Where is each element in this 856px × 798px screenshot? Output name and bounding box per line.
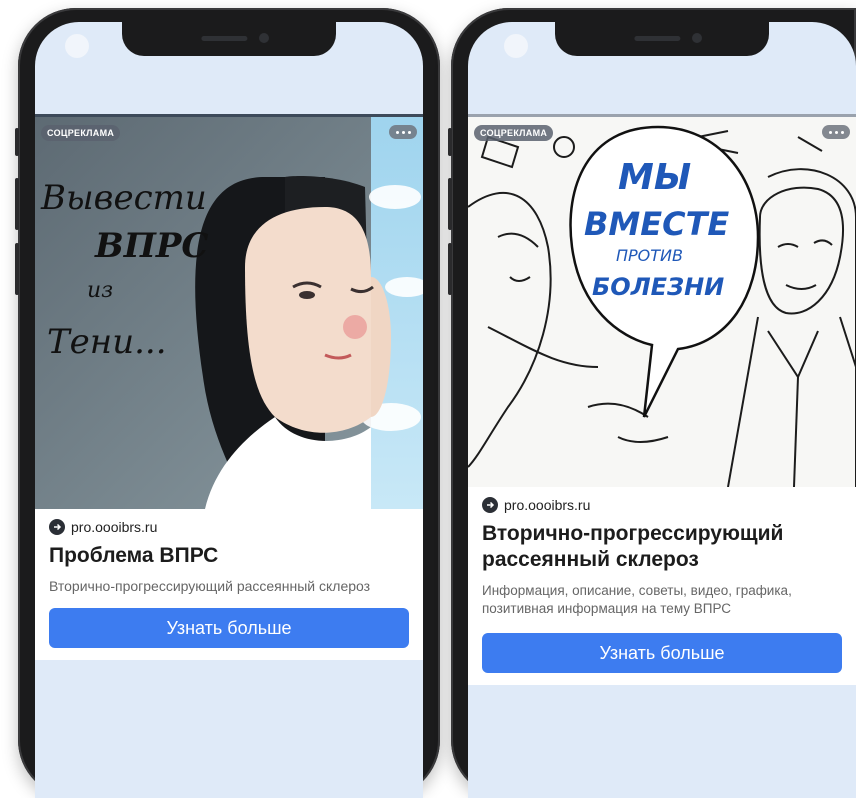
- svg-text:из: из: [87, 278, 113, 303]
- ad-card-body: pro.oooibrs.ru Проблема ВПРС Вторично-пр…: [35, 509, 423, 660]
- phone-frame-right: МЫ ВМЕСТЕ ПРОТИВ БОЛЕЗНИ СОЦРЕКЛАМА pro.…: [448, 8, 856, 798]
- svg-text:ВМЕСТЕ: ВМЕСТЕ: [584, 205, 729, 243]
- phone-notch: [555, 22, 769, 56]
- more-options-icon[interactable]: [822, 125, 850, 139]
- volume-up-button: [448, 178, 452, 230]
- ad-card[interactable]: Вывести ВПРС из Тени... СОЦРЕКЛАМА pro.o…: [35, 114, 423, 661]
- ad-description: Информация, описание, советы, видео, гра…: [482, 582, 792, 617]
- mute-switch: [448, 128, 452, 156]
- domain-text: pro.oooibrs.ru: [504, 497, 591, 513]
- ad-image[interactable]: МЫ ВМЕСТЕ ПРОТИВ БОЛЕЗНИ СОЦРЕКЛАМА: [468, 117, 856, 487]
- domain-link[interactable]: pro.oooibrs.ru: [49, 519, 409, 535]
- glare: [504, 34, 528, 58]
- learn-more-button[interactable]: Узнать больше: [49, 608, 409, 649]
- ad-card-body: pro.oooibrs.ru Вторично-прогрессирующий …: [468, 487, 856, 685]
- front-camera: [259, 33, 269, 43]
- ad-headline[interactable]: Вторично-прогрессирующий рассеянный скле…: [482, 521, 842, 574]
- domain-text: pro.oooibrs.ru: [71, 519, 158, 535]
- volume-down-button: [15, 243, 19, 295]
- arrow-right-icon: [49, 519, 65, 535]
- ad-illustration-woman: Вывести ВПРС из Тени...: [35, 117, 423, 509]
- phone-screen-left: Вывести ВПРС из Тени... СОЦРЕКЛАМА pro.o…: [35, 22, 423, 798]
- front-camera: [692, 33, 702, 43]
- social-ad-badge: СОЦРЕКЛАМА: [41, 125, 121, 141]
- phone-screen-right: МЫ ВМЕСТЕ ПРОТИВ БОЛЕЗНИ СОЦРЕКЛАМА pro.…: [468, 22, 856, 798]
- volume-up-button: [15, 178, 19, 230]
- mute-switch: [15, 128, 19, 156]
- ad-image[interactable]: Вывести ВПРС из Тени... СОЦРЕКЛАМА: [35, 117, 423, 509]
- social-ad-badge: СОЦРЕКЛАМА: [474, 125, 554, 141]
- svg-text:МЫ: МЫ: [618, 157, 691, 198]
- svg-text:Тени...: Тени...: [47, 322, 167, 362]
- learn-more-button[interactable]: Узнать больше: [482, 633, 842, 674]
- phone-frame-left: Вывести ВПРС из Тени... СОЦРЕКЛАМА pro.o…: [15, 8, 440, 798]
- svg-text:ВПРС: ВПРС: [94, 226, 209, 266]
- ad-illustration-doctor: МЫ ВМЕСТЕ ПРОТИВ БОЛЕЗНИ: [468, 117, 856, 487]
- ad-headline[interactable]: Проблема ВПРС: [49, 543, 409, 569]
- speaker-grille: [201, 36, 248, 41]
- speaker-grille: [634, 36, 681, 41]
- glare: [65, 34, 89, 58]
- phone-notch: [122, 22, 336, 56]
- volume-down-button: [448, 243, 452, 295]
- arrow-right-icon: [482, 497, 498, 513]
- ad-description: Вторично-прогрессирующий рассеянный скле…: [49, 578, 371, 595]
- ad-card[interactable]: МЫ ВМЕСТЕ ПРОТИВ БОЛЕЗНИ СОЦРЕКЛАМА pro.…: [468, 114, 856, 686]
- svg-text:Вывести: Вывести: [40, 178, 207, 218]
- more-options-icon[interactable]: [389, 125, 417, 139]
- svg-text:БОЛЕЗНИ: БОЛЕЗНИ: [592, 273, 724, 301]
- domain-link[interactable]: pro.oooibrs.ru: [482, 497, 842, 513]
- svg-text:ПРОТИВ: ПРОТИВ: [616, 246, 683, 265]
